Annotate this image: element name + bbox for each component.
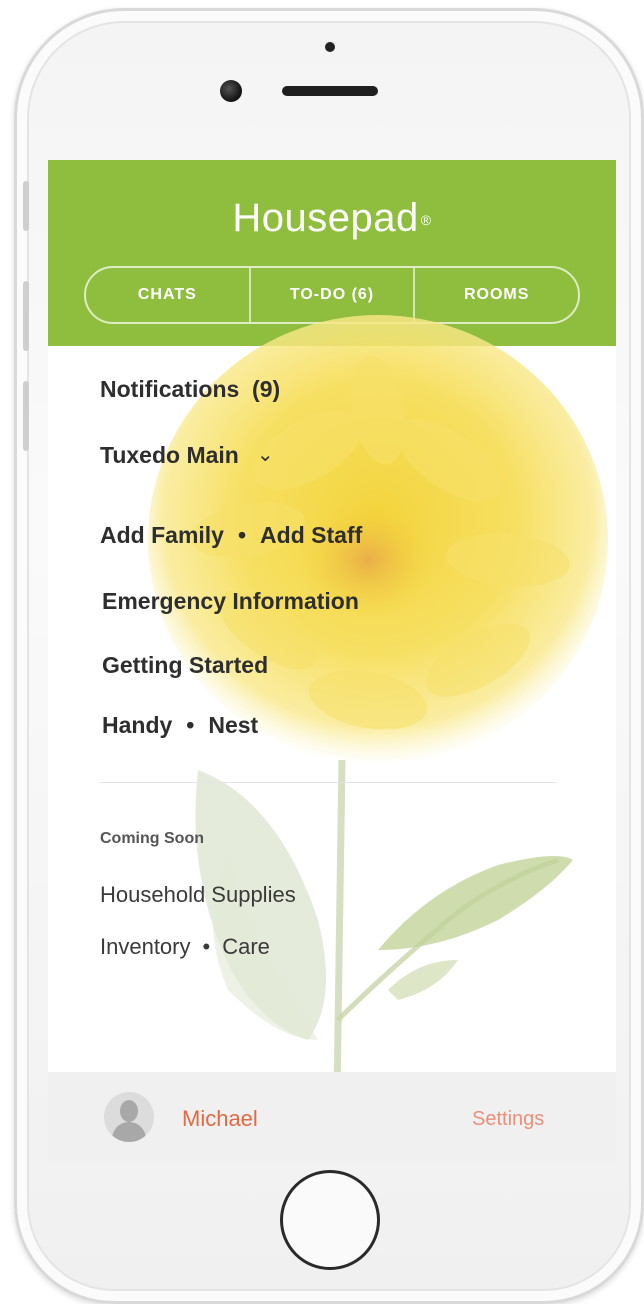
separator-dot: •	[186, 712, 195, 738]
integrations-row: Handy • Nest	[102, 712, 258, 739]
separator-dot: •	[237, 522, 247, 548]
user-silhouette-icon[interactable]	[104, 1092, 154, 1142]
tab-rooms[interactable]: ROOMS	[413, 268, 578, 322]
add-staff-link[interactable]: Add Staff	[260, 522, 362, 548]
notifications-link[interactable]: Notifications (9)	[100, 376, 280, 403]
user-name-link[interactable]: Michael	[182, 1106, 258, 1132]
inventory-item: Inventory	[100, 934, 191, 959]
home-selector[interactable]: Tuxedo Main ⌄	[100, 442, 274, 469]
registered-mark: ®	[420, 212, 432, 229]
chevron-down-icon: ⌄	[256, 444, 274, 466]
app-header: Housepad ® CHATS TO-DO (6) ROOMS	[48, 160, 616, 346]
app-screen: Housepad ® CHATS TO-DO (6) ROOMS Notific…	[48, 160, 616, 1162]
avatar-head	[120, 1100, 138, 1122]
emergency-info-link[interactable]: Emergency Information	[102, 588, 359, 615]
avatar-body	[112, 1122, 146, 1142]
getting-started-link[interactable]: Getting Started	[102, 652, 268, 679]
tab-todo[interactable]: TO-DO (6)	[248, 268, 414, 322]
volume-up-button	[23, 281, 29, 351]
app-logo: Housepad ®	[48, 196, 616, 241]
front-sensor	[325, 42, 335, 52]
front-camera	[220, 80, 242, 102]
coming-soon-row: Inventory • Care	[100, 934, 270, 960]
handy-link[interactable]: Handy	[102, 712, 172, 738]
add-family-link[interactable]: Add Family	[100, 522, 224, 548]
home-button[interactable]	[280, 1170, 380, 1270]
side-button	[23, 181, 29, 231]
tab-bar: CHATS TO-DO (6) ROOMS	[84, 266, 580, 324]
getting-started-label: Getting Started	[102, 652, 269, 678]
emergency-info-label: Emergency Information	[102, 588, 359, 614]
brand-name: Housepad	[232, 196, 419, 240]
section-divider	[100, 782, 556, 783]
add-members-row: Add Family • Add Staff	[100, 522, 362, 549]
notifications-label: Notifications (9)	[100, 376, 281, 402]
tab-chats[interactable]: CHATS	[86, 268, 249, 322]
coming-soon-heading: Coming Soon	[100, 830, 204, 847]
separator-dot: •	[202, 934, 211, 959]
volume-down-button	[23, 381, 29, 451]
earpiece-speaker	[282, 86, 378, 96]
profile-footer: Michael Settings	[48, 1072, 616, 1162]
home-selector-label: Tuxedo Main	[100, 442, 239, 468]
care-item: Care	[222, 934, 270, 959]
settings-link[interactable]: Settings	[472, 1108, 544, 1131]
household-supplies-item: Household Supplies	[100, 882, 296, 907]
nest-link[interactable]: Nest	[208, 712, 258, 738]
